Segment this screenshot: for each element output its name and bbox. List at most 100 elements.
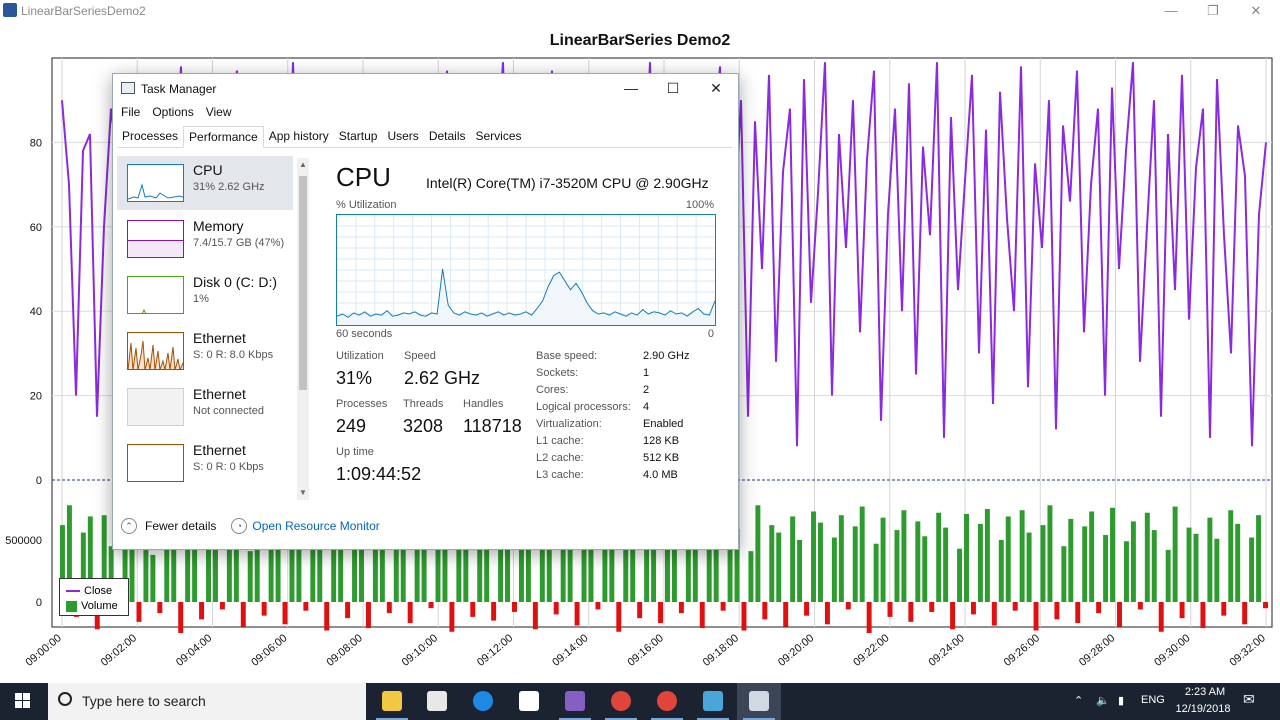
chart-legend: Close Volume	[59, 578, 129, 616]
scroll-up-icon[interactable]: ▲	[297, 160, 309, 169]
sidebar-item-ethernet-3[interactable]: Ethernet S: 0 R: 0 Kbps	[117, 436, 293, 490]
file-explorer-icon[interactable]	[370, 683, 414, 720]
tm-menu-bar: File Options View	[121, 105, 232, 119]
fewer-details-button[interactable]: Fewer details	[145, 519, 216, 533]
sidebar-scrollbar[interactable]: ▲ ▼	[297, 158, 309, 500]
chrome-icon[interactable]	[599, 683, 643, 720]
volume-bar	[1172, 506, 1178, 602]
volume-bar	[219, 602, 225, 610]
sidebar-item-ethernet-2[interactable]: Ethernet Not connected	[117, 380, 293, 434]
clock-date[interactable]: 12/19/2018	[1168, 703, 1238, 715]
app-icon[interactable]	[691, 683, 735, 720]
x-tick-label: 09:00:00	[23, 632, 64, 669]
x-tick-label: 09:32:00	[1227, 632, 1268, 669]
volume-bar	[1249, 537, 1255, 602]
battery-icon[interactable]: ▮	[1118, 694, 1124, 707]
volume-tick-label: 500000	[5, 535, 42, 547]
volume-bar	[1235, 523, 1241, 602]
menu-file[interactable]: File	[121, 105, 140, 119]
tm-close-icon[interactable]: ✕	[701, 78, 731, 98]
scroll-down-icon[interactable]: ▼	[297, 488, 309, 497]
open-resource-monitor-link[interactable]: Open Resource Monitor	[252, 519, 379, 533]
volume-bar	[699, 602, 705, 629]
volume-bar	[797, 540, 803, 602]
notification-icon[interactable]: ✉	[1243, 691, 1255, 708]
processes-value: 249	[336, 416, 367, 436]
volume-bar	[748, 551, 754, 602]
volume-bar	[539, 549, 545, 602]
info-logical-value: 4	[643, 401, 650, 413]
volume-bar	[936, 512, 942, 602]
volume-bar	[157, 602, 163, 614]
volume-bar	[261, 602, 267, 616]
mail-icon[interactable]	[507, 683, 551, 720]
clock-time[interactable]: 2:23 AM	[1175, 686, 1235, 698]
sidebar-ethernet2-name: Ethernet	[193, 386, 246, 402]
volume-bar	[824, 602, 830, 625]
volume-icon[interactable]: 🔈	[1096, 694, 1110, 707]
volume-bar	[1130, 521, 1136, 602]
volume-bar	[1263, 602, 1268, 609]
tm-footer: ⌃ Fewer details ◔ Open Resource Monitor	[121, 518, 380, 534]
tab-processes[interactable]: Processes	[117, 126, 183, 148]
tab-users[interactable]: Users	[382, 126, 423, 148]
volume-bar	[386, 602, 392, 614]
volume-bar	[804, 602, 810, 616]
volume-bar	[178, 602, 184, 633]
volume-bar	[282, 602, 288, 625]
menu-view[interactable]: View	[206, 105, 232, 119]
tm-titlebar[interactable]: Task Manager — ☐ ✕	[113, 74, 738, 102]
sidebar-ethernet1-name: Ethernet	[193, 330, 246, 346]
uptime-value: 1:09:44:52	[336, 464, 422, 484]
chevron-up-icon[interactable]: ⌃	[121, 518, 137, 534]
x-tick-label: 09:20:00	[776, 632, 817, 669]
resource-monitor-icon[interactable]: ◔	[231, 518, 248, 534]
volume-bar	[964, 513, 969, 602]
chevron-up-tray-icon[interactable]: ⌃	[1074, 694, 1083, 707]
tab-details[interactable]: Details	[424, 126, 471, 148]
x-tick-label: 09:06:00	[249, 632, 290, 669]
task-manager-taskbar-icon[interactable]	[737, 683, 781, 720]
tab-startup[interactable]: Startup	[334, 126, 383, 148]
language-indicator[interactable]: ENG	[1141, 694, 1165, 706]
task-manager-window[interactable]: Task Manager — ☐ ✕ File Options View Pro…	[112, 73, 739, 550]
volume-bar	[977, 523, 983, 602]
menu-options[interactable]: Options	[152, 105, 193, 119]
volume-bar	[706, 542, 712, 602]
memory-thumbnail	[127, 220, 184, 258]
info-logical-label: Logical processors:	[536, 401, 631, 413]
tab-services[interactable]: Services	[471, 126, 527, 148]
visual-studio-icon[interactable]	[553, 683, 597, 720]
edge-icon[interactable]	[461, 683, 505, 720]
volume-bar	[901, 510, 907, 602]
volume-bar	[838, 515, 844, 602]
chrome-icon-2[interactable]	[645, 683, 689, 720]
volume-bar	[741, 602, 747, 631]
sidebar-item-memory[interactable]: Memory 7.4/15.7 GB (47%)	[117, 212, 293, 266]
sidebar-item-ethernet-1[interactable]: Ethernet S: 0 R: 8.0 Kbps	[117, 324, 293, 378]
tm-minimize-icon[interactable]: —	[616, 78, 646, 98]
taskbar-search-box[interactable]: Type here to search	[48, 683, 366, 720]
volume-bar	[957, 548, 963, 602]
volume-bar	[755, 505, 761, 602]
scrollbar-thumb[interactable]	[299, 176, 307, 390]
store-icon[interactable]	[415, 683, 459, 720]
sidebar-disk-sub: 1%	[193, 293, 209, 305]
start-button[interactable]	[0, 683, 46, 720]
x-tick-label: 09:26:00	[1002, 632, 1043, 669]
x-tick-label: 09:12:00	[475, 632, 516, 669]
sidebar-item-disk[interactable]: Disk 0 (C: D:) 1%	[117, 268, 293, 322]
volume-bar	[616, 602, 622, 632]
tab-app-history[interactable]: App history	[264, 126, 334, 148]
x-tick-label: 09:14:00	[550, 632, 591, 669]
sidebar-item-cpu[interactable]: CPU 31% 2.62 GHz	[117, 156, 293, 210]
utilization-axis-max: 100%	[685, 199, 714, 211]
tab-performance[interactable]: Performance	[183, 126, 264, 148]
volume-bar	[1089, 511, 1095, 602]
volume-bar	[790, 516, 796, 602]
search-icon	[58, 692, 72, 706]
volume-bar	[1047, 505, 1053, 602]
processes-label: Processes	[336, 398, 388, 410]
y-tick-label: 80	[30, 137, 42, 149]
tm-maximize-icon[interactable]: ☐	[658, 78, 688, 98]
